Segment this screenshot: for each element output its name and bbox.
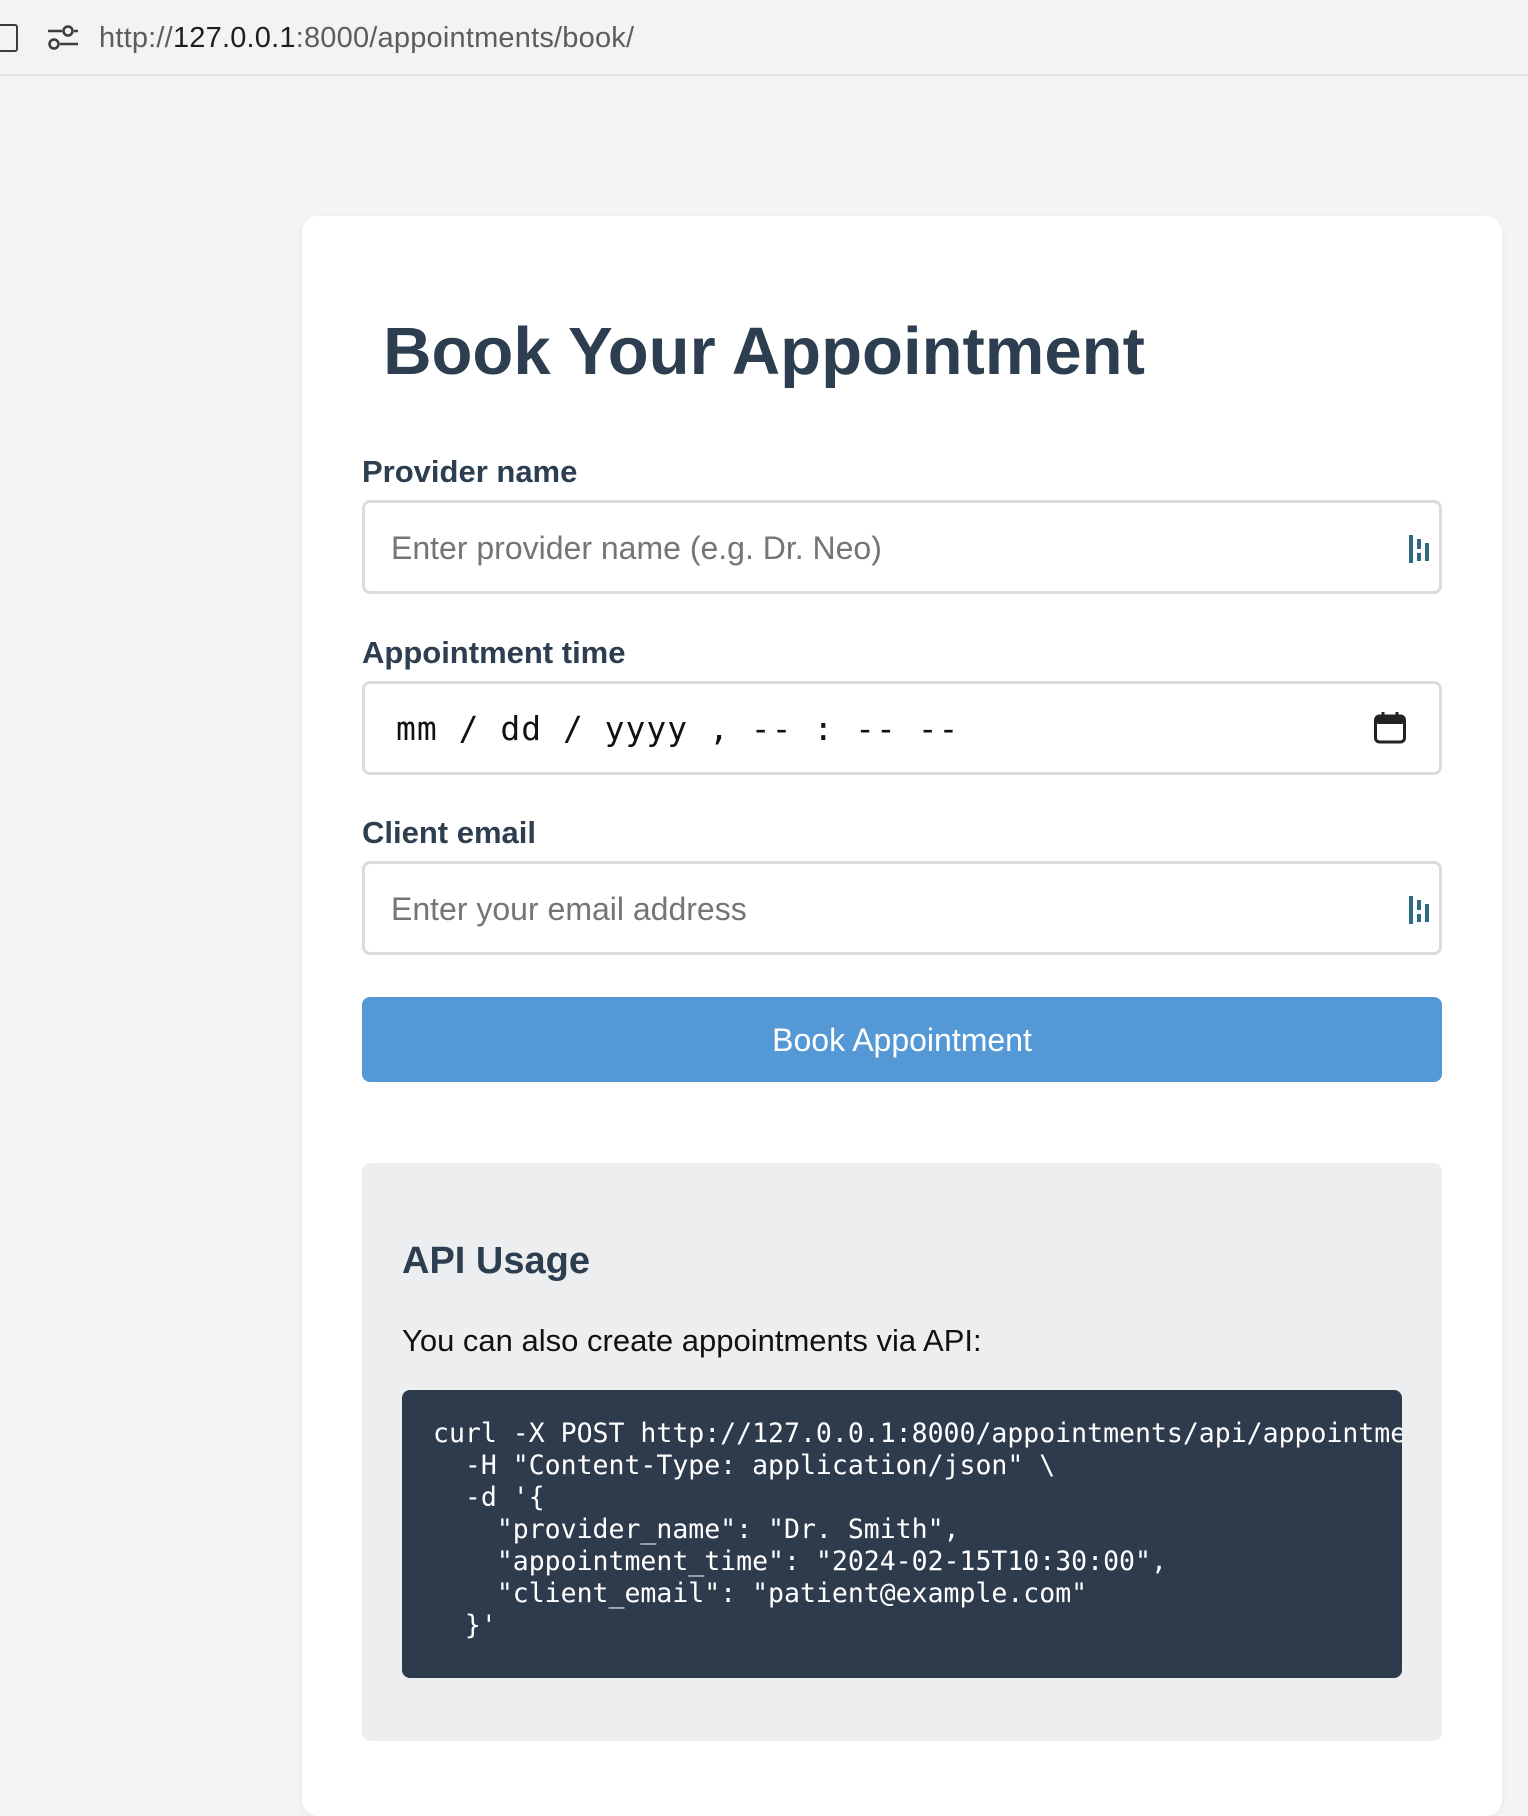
curl-example: curl -X POST http://127.0.0.1:8000/appoi…	[433, 1418, 1402, 1641]
datetime-value: mm / dd / yyyy , -- : -- --	[396, 709, 960, 748]
password-manager-icon[interactable]	[1407, 533, 1431, 565]
url-scheme: http://	[99, 22, 173, 54]
url-host: 127.0.0.1	[172, 22, 296, 54]
page-icon	[0, 24, 18, 52]
provider-name-label: Provider name	[362, 454, 578, 489]
api-code-block[interactable]: curl -X POST http://127.0.0.1:8000/appoi…	[402, 1390, 1402, 1678]
appointment-time-input[interactable]: mm / dd / yyyy , -- : -- --	[362, 681, 1442, 775]
appointment-time-label: Appointment time	[362, 635, 626, 670]
client-email-label: Client email	[362, 815, 536, 850]
client-email-input[interactable]: Enter your email address	[362, 861, 1442, 955]
book-appointment-button[interactable]: Book Appointment	[362, 997, 1442, 1082]
page-title: Book Your Appointment	[383, 314, 1145, 389]
url-field[interactable]: http://127.0.0.1:8000/appointments/book/	[99, 18, 634, 58]
url-path: :8000/appointments/book/	[295, 22, 635, 54]
site-settings-icon[interactable]	[46, 24, 80, 52]
client-email-placeholder: Enter your email address	[391, 891, 747, 927]
calendar-icon[interactable]	[1373, 711, 1407, 745]
provider-name-input[interactable]: Enter provider name (e.g. Dr. Neo)	[362, 500, 1442, 594]
provider-name-placeholder: Enter provider name (e.g. Dr. Neo)	[391, 530, 882, 566]
api-usage-heading: API Usage	[402, 1240, 590, 1282]
api-usage-section: API Usage You can also create appointmen…	[362, 1163, 1442, 1741]
api-usage-description: You can also create appointments via API…	[402, 1323, 982, 1358]
password-manager-icon[interactable]	[1407, 894, 1431, 926]
address-bar: http://127.0.0.1:8000/appointments/book/	[0, 0, 1528, 76]
